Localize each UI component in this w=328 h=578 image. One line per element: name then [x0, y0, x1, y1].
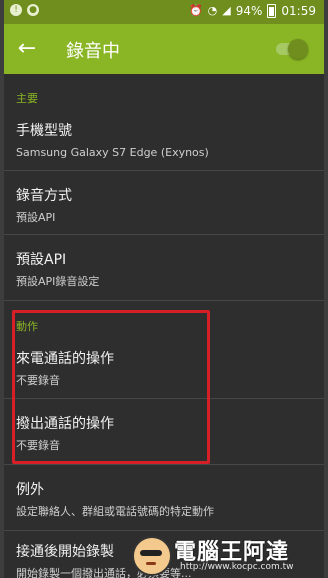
annotation-highlight-box: [12, 310, 210, 464]
alarm-icon: ⏰: [188, 4, 203, 17]
phone-screen: ! ● ⏰ ◔ ◢ 94% 01:59 ← 錄音中 主要 手機型號 Samsun…: [4, 0, 324, 578]
toggle-thumb: [288, 39, 308, 59]
back-arrow-icon[interactable]: ←: [14, 36, 40, 62]
watermark-url: http://www.kocpc.com.tw: [180, 562, 294, 572]
setting-summary: 預設API錄音設定: [16, 275, 100, 288]
setting-recording-method[interactable]: 錄音方式 預設API: [16, 187, 316, 225]
setting-title: 預設API: [16, 252, 67, 268]
setting-exceptions[interactable]: 例外 設定聯絡人、群組或電話號碼的特定動作: [16, 481, 316, 519]
battery-percent: 94%: [235, 4, 263, 18]
clock: 01:59: [281, 4, 316, 18]
divider: [4, 530, 324, 531]
status-bar: ! ● ⏰ ◔ ◢ 94% 01:59: [4, 0, 324, 24]
setting-title: 例外: [16, 482, 44, 498]
microphone-icon: ●: [27, 4, 39, 16]
app-bar: ← 錄音中: [4, 24, 324, 74]
page-title: 錄音中: [66, 41, 120, 62]
divider: [4, 464, 324, 465]
battery-icon: [267, 4, 277, 18]
watermark: 電腦王阿達 http://www.kocpc.com.tw: [132, 532, 322, 576]
wifi-icon: ◔: [207, 4, 218, 17]
divider: [4, 234, 324, 235]
notification-icon: !: [10, 4, 22, 16]
setting-title: 錄音方式: [16, 188, 72, 204]
setting-summary: 設定聯絡人、群組或電話號碼的特定動作: [16, 505, 214, 518]
setting-phone-model[interactable]: 手機型號 Samsung Galaxy S7 Edge (Exynos): [16, 122, 316, 160]
divider: [4, 300, 324, 301]
section-header-main: 主要: [16, 92, 38, 105]
setting-summary: 預設API: [16, 211, 56, 224]
setting-title: 手機型號: [16, 123, 72, 139]
mascot-face-icon: [132, 536, 172, 576]
divider: [4, 170, 324, 171]
signal-icon: ◢: [222, 4, 231, 17]
recording-toggle[interactable]: [272, 39, 308, 59]
setting-default-api[interactable]: 預設API 預設API錄音設定: [16, 251, 316, 289]
setting-summary: Samsung Galaxy S7 Edge (Exynos): [16, 146, 209, 159]
